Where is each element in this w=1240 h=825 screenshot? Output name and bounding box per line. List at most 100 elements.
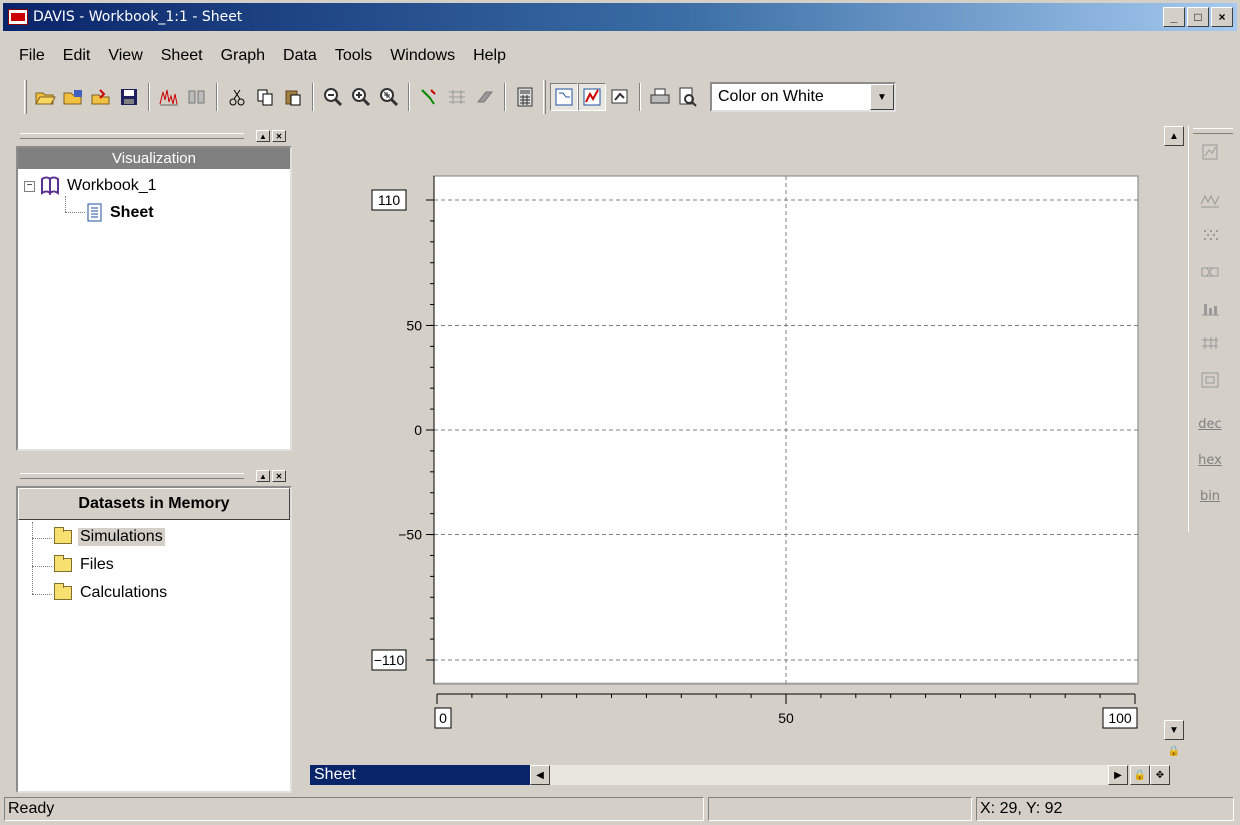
dataset-item-calculations[interactable]: Calculations [54, 583, 169, 602]
copy-icon[interactable] [251, 83, 279, 111]
waveform-view-icon[interactable] [1199, 190, 1221, 210]
menu-graph[interactable]: Graph [212, 47, 274, 65]
tree-line [65, 196, 66, 212]
table-icon[interactable] [1199, 370, 1221, 390]
probe-icon[interactable] [415, 83, 443, 111]
y-tick-label: −110 [374, 652, 405, 668]
dots-icon[interactable] [1199, 226, 1221, 246]
dataset-item-files[interactable]: Files [54, 555, 116, 574]
toolbar-separator [312, 83, 314, 111]
tree-line [32, 594, 52, 595]
visualization-header: Visualization [18, 148, 290, 169]
lock-icon[interactable]: 🔒 [1164, 741, 1184, 761]
panel-close-button[interactable]: ✕ [272, 470, 286, 482]
waveform-icon[interactable] [155, 83, 183, 111]
panel-close-button[interactable]: ✕ [272, 130, 286, 142]
menu-help[interactable]: Help [464, 47, 515, 65]
tree-line [32, 566, 52, 567]
bus-icon[interactable] [1199, 334, 1221, 354]
menu-view[interactable]: View [99, 47, 151, 65]
menu-sheet[interactable]: Sheet [152, 47, 212, 65]
window-title: DAVIS - Workbook_1:1 - Sheet [33, 9, 243, 25]
chart-icon[interactable] [606, 83, 634, 111]
calculator-icon[interactable] [511, 83, 539, 111]
zoom-fit-icon[interactable] [375, 83, 403, 111]
chart[interactable]: 110 50 0 −50 −110 0 50 100 [310, 124, 1162, 764]
dataset-label: Files [80, 556, 114, 573]
open-workbook-icon[interactable] [59, 83, 87, 111]
menu-tools[interactable]: Tools [326, 47, 381, 65]
tree-line [32, 538, 52, 539]
color-scheme-select[interactable]: Color on White ▼ [710, 82, 896, 112]
close-button[interactable]: × [1211, 7, 1233, 27]
panel-maximize-button[interactable]: ▲ [256, 130, 270, 142]
cut-icon[interactable] [223, 83, 251, 111]
x-tick-label: 100 [1108, 710, 1132, 726]
dataset-label: Simulations [78, 528, 165, 546]
toolbar-grip[interactable] [24, 80, 27, 114]
app-icon[interactable] [8, 9, 28, 25]
status-middle [708, 797, 972, 821]
x-tick-label: 50 [778, 710, 794, 726]
vertical-scrollbar[interactable]: ▲ ▼ [1163, 124, 1185, 742]
y-tick-label: −50 [398, 527, 422, 543]
maximize-button[interactable]: □ [1187, 7, 1209, 27]
import-icon[interactable] [87, 83, 115, 111]
box-icon[interactable] [1199, 262, 1221, 282]
status-coords: X: 29, Y: 92 [976, 797, 1234, 821]
folder-icon [54, 555, 72, 572]
hex-button[interactable]: hex [1198, 450, 1222, 470]
columns-icon[interactable] [183, 83, 211, 111]
scroll-left-button[interactable]: ◀ [530, 765, 550, 785]
title-bar[interactable]: DAVIS - Workbook_1:1 - Sheet _ □ × [3, 3, 1237, 31]
panel-maximize-button[interactable]: ▲ [256, 470, 270, 482]
workbook-node[interactable]: − Workbook_1 [24, 176, 157, 196]
plot-area[interactable]: 110 50 0 −50 −110 0 50 100 [310, 124, 1162, 764]
visualization-panel: Visualization − Workbook_1 Sheet [16, 146, 292, 451]
toolbar-grip[interactable] [543, 80, 546, 114]
scroll-down-button[interactable]: ▼ [1164, 720, 1184, 740]
print-preview-icon[interactable] [674, 83, 702, 111]
chevron-down-icon[interactable]: ▼ [870, 84, 894, 110]
collapse-icon[interactable]: − [24, 180, 35, 192]
histogram-icon[interactable] [1199, 298, 1221, 318]
lock-icon[interactable]: 🔒 [1130, 765, 1150, 785]
open-icon[interactable] [31, 83, 59, 111]
menu-file[interactable]: File [10, 47, 54, 65]
toolbar-separator [148, 83, 150, 111]
scroll-up-button[interactable]: ▲ [1164, 126, 1184, 146]
print-icon[interactable] [646, 83, 674, 111]
menu-edit[interactable]: Edit [54, 47, 100, 65]
save-icon[interactable] [115, 83, 143, 111]
folder-icon [54, 527, 72, 544]
menu-windows[interactable]: Windows [381, 47, 464, 65]
tree-line [65, 212, 85, 213]
paste-icon[interactable] [279, 83, 307, 111]
grip-lines [20, 133, 244, 139]
select-mode-icon[interactable] [550, 83, 578, 111]
scroll-right-button[interactable]: ▶ [1108, 765, 1128, 785]
zoom-in-icon[interactable] [347, 83, 375, 111]
menu-data[interactable]: Data [274, 47, 326, 65]
grid-icon[interactable] [443, 83, 471, 111]
toolbar-separator [639, 83, 641, 111]
sheet-node[interactable]: Sheet [86, 203, 154, 223]
eraser-icon[interactable] [471, 83, 499, 111]
visualization-panel-grip[interactable]: ▲ ✕ [16, 130, 292, 142]
bin-button[interactable]: bin [1199, 486, 1221, 506]
datasets-panel-grip[interactable]: ▲ ✕ [16, 470, 292, 482]
zoom-out-icon[interactable] [319, 83, 347, 111]
color-scheme-value: Color on White [718, 88, 824, 105]
horizontal-scrollbar[interactable]: ◀ ▶ [530, 765, 1128, 785]
move-icon[interactable]: ✥ [1150, 765, 1170, 785]
minimize-button[interactable]: _ [1163, 7, 1185, 27]
right-toolbar: dec hex bin [1188, 126, 1238, 532]
toolbar-grip[interactable] [1193, 128, 1233, 134]
sheet-tab[interactable]: Sheet [310, 765, 530, 785]
x-tick-label: 0 [439, 710, 447, 726]
folder-icon [54, 583, 72, 600]
graph-props-icon[interactable] [1199, 142, 1221, 162]
graph-mode-icon[interactable] [578, 83, 606, 111]
dec-button[interactable]: dec [1198, 414, 1221, 434]
dataset-item-simulations[interactable]: Simulations [54, 527, 165, 546]
